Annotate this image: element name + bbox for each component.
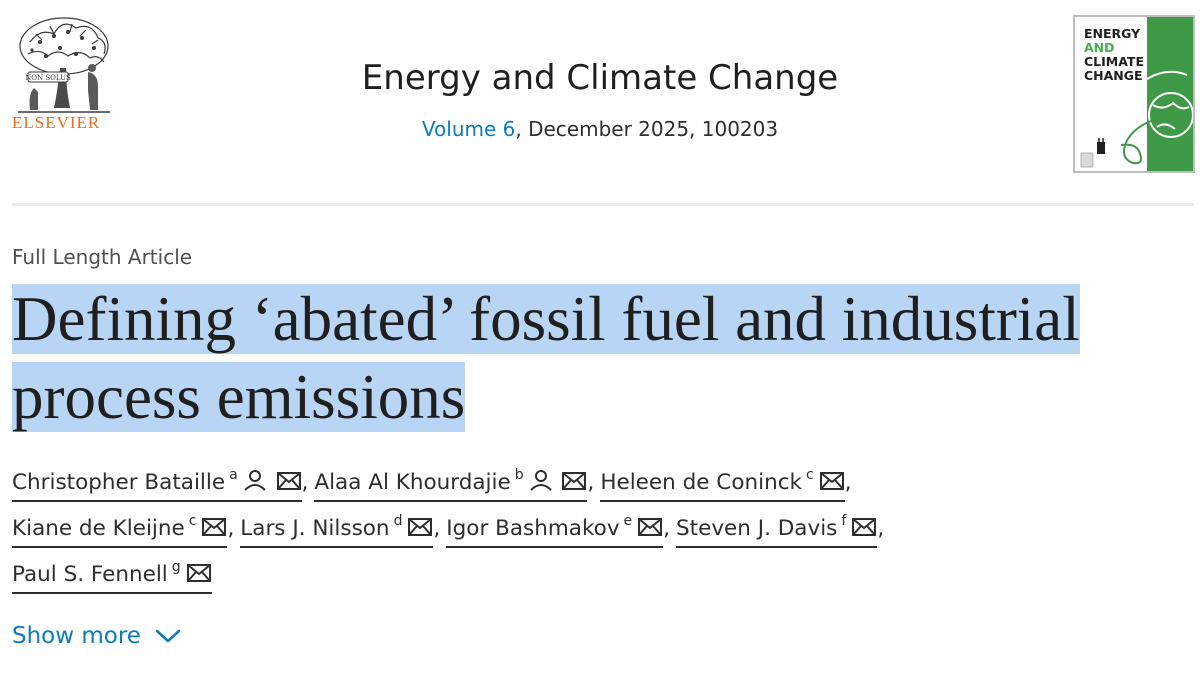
show-more-label: Show more xyxy=(12,623,141,649)
affiliation-marker: a xyxy=(229,467,238,483)
author-link[interactable]: Heleen de Coninck c xyxy=(600,460,845,502)
author-link[interactable]: Steven J. Davis f xyxy=(676,506,878,548)
affiliation-marker: f xyxy=(841,513,847,529)
author-link[interactable]: Igor Bashmakov e xyxy=(446,506,664,548)
envelope-icon xyxy=(276,472,301,490)
author-separator: , xyxy=(301,470,309,495)
author-link[interactable]: Kiane de Kleijne c xyxy=(12,506,228,548)
journal-title[interactable]: Energy and Climate Change xyxy=(0,58,1200,98)
affiliation-marker: c xyxy=(188,513,197,529)
author-line: Christopher Bataille a , Alaa Al Khourdaji… xyxy=(12,460,1192,506)
issue-date: , December 2025, 100203 xyxy=(515,117,779,141)
author-link[interactable]: Paul S. Fennell g xyxy=(12,552,212,594)
cover-elsevier-mini-logo xyxy=(1080,152,1094,168)
affiliation-marker: b xyxy=(514,467,524,483)
author-name: Kiane de Kleijne xyxy=(12,516,185,541)
affiliation-marker: d xyxy=(393,513,403,529)
article-title-line-2: process emissions xyxy=(12,362,466,432)
author-name: Christopher Bataille xyxy=(12,470,226,495)
author-link[interactable]: Lars J. Nilsson d xyxy=(240,506,434,548)
author-name: Steven J. Davis xyxy=(676,516,838,541)
author-name: Paul S. Fennell xyxy=(12,562,168,587)
issue-info: Volume 6, December 2025, 100203 xyxy=(0,117,1200,141)
volume-link[interactable]: Volume 6 xyxy=(422,117,515,141)
author-line: Paul S. Fennell g xyxy=(12,552,1192,598)
affiliation-marker: c xyxy=(805,467,814,483)
envelope-icon xyxy=(852,518,877,536)
envelope-icon xyxy=(819,472,844,490)
journal-header: NON SOLUS ELSEVIER Energy and Climate Ch… xyxy=(0,0,1200,206)
header-divider xyxy=(12,203,1194,206)
article-type: Full Length Article xyxy=(12,245,193,269)
affiliation-marker: g xyxy=(171,559,181,575)
envelope-icon xyxy=(186,564,211,582)
show-more-button[interactable]: Show more xyxy=(12,623,181,649)
author-name: Lars J. Nilsson xyxy=(240,516,390,541)
person-icon xyxy=(243,470,266,491)
author-separator: , xyxy=(433,516,441,541)
journal-cover[interactable]: ENERGY AND CLIMATE CHANGE xyxy=(1073,15,1195,173)
author-separator: , xyxy=(844,470,852,495)
envelope-icon xyxy=(408,518,433,536)
author-separator: , xyxy=(227,516,235,541)
envelope-icon xyxy=(202,518,227,536)
cover-title: ENERGY AND CLIMATE CHANGE xyxy=(1084,26,1144,83)
author-link[interactable]: Christopher Bataille a xyxy=(12,460,302,502)
author-name: Igor Bashmakov xyxy=(446,516,620,541)
author-list: Christopher Bataille a , Alaa Al Khourdaji… xyxy=(12,460,1192,598)
author-link[interactable]: Alaa Al Khourdajie b xyxy=(314,460,588,502)
chevron-down-icon xyxy=(155,629,181,643)
author-separator: , xyxy=(877,516,885,541)
author-line: Kiane de Kleijne c, Lars J. Nilsson d, Igor … xyxy=(12,506,1192,552)
envelope-icon xyxy=(562,472,587,490)
author-separator: , xyxy=(663,516,671,541)
author-name: Heleen de Coninck xyxy=(600,470,802,495)
envelope-icon xyxy=(638,518,663,536)
article-title: Defining ‘abated’ fossil fuel and indust… xyxy=(12,280,1192,436)
author-name: Alaa Al Khourdajie xyxy=(314,470,511,495)
affiliation-marker: e xyxy=(623,513,633,529)
person-icon xyxy=(529,470,552,491)
cover-plug-icon xyxy=(1097,142,1105,154)
author-separator: , xyxy=(587,470,595,495)
article-title-line-1: Defining ‘abated’ fossil fuel and indust… xyxy=(12,284,1080,354)
